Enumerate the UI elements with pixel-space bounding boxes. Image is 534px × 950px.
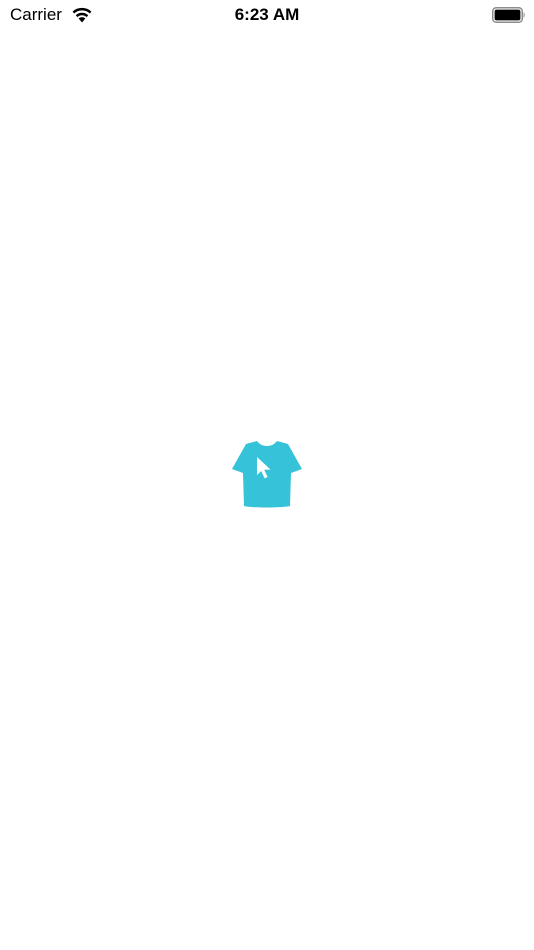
- battery-full-icon: [492, 7, 525, 23]
- app-screen: Carrier 6:23 AM: [0, 0, 534, 950]
- status-bar: Carrier 6:23 AM: [0, 0, 534, 30]
- clock-time: 6:23 AM: [234, 5, 300, 24]
- tshirt-cursor-icon: [232, 441, 302, 508]
